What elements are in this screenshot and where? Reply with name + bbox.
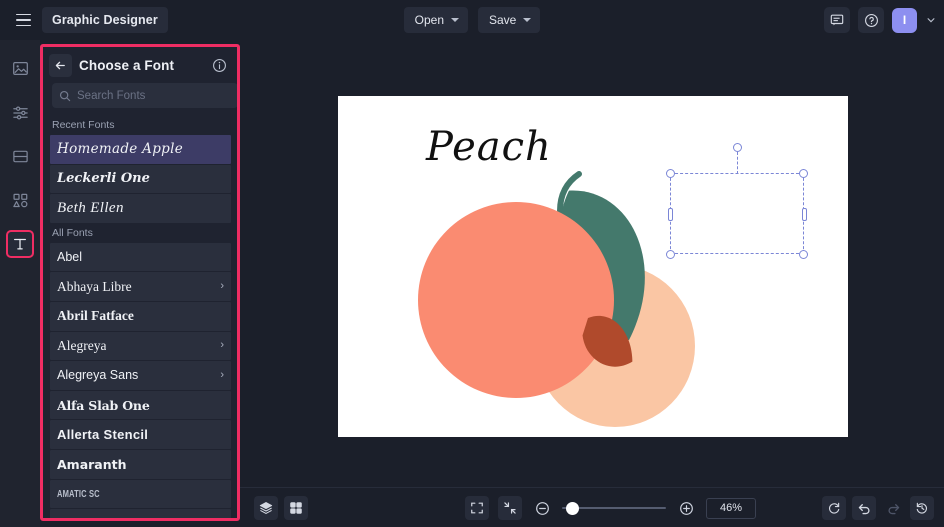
font-list-item[interactable]: Homemade Apple	[50, 135, 231, 164]
top-toolbar: Graphic Designer Open Save I	[0, 0, 944, 40]
font-name-label: Abhaya Libre	[57, 278, 132, 294]
font-list[interactable]: Recent Fonts Homemade Apple Leckerli One Be…	[43, 116, 237, 518]
fit-screen-icon[interactable]	[465, 496, 489, 520]
bottom-toolbar: 46%	[240, 487, 944, 527]
font-name-label: Alegreya Sans	[57, 368, 139, 383]
toolbar-right-group: I	[824, 0, 936, 40]
font-name-label: Amaranth	[57, 456, 127, 472]
open-button-label: Open	[414, 13, 444, 27]
zoom-out-button[interactable]	[531, 497, 553, 519]
avatar[interactable]: I	[892, 7, 917, 33]
arrow-left-icon[interactable]	[49, 54, 72, 77]
peach-body	[418, 202, 614, 398]
grid-icon[interactable]	[284, 495, 308, 520]
zoom-in-button[interactable]	[675, 497, 697, 519]
chevron-right-icon[interactable]: ›	[220, 340, 224, 351]
app-title: Graphic Designer	[42, 7, 168, 33]
chevron-down-icon	[451, 18, 459, 22]
comment-icon[interactable]	[824, 7, 850, 33]
font-search-row	[43, 83, 237, 116]
sidebar-item-text[interactable]	[6, 230, 34, 258]
undo-icon[interactable]	[852, 496, 876, 520]
font-list-item[interactable]: Alfa Slab One	[50, 390, 231, 420]
help-circle-icon[interactable]	[858, 7, 884, 33]
font-list-item[interactable]: Alegreya ›	[50, 331, 231, 361]
design-canvas[interactable]: Peach	[338, 96, 848, 437]
font-group-label: Recent Fonts	[43, 116, 237, 135]
font-name-label: Alegreya	[57, 337, 107, 353]
history-controls	[822, 488, 934, 527]
zoom-controls: 46%	[465, 488, 756, 527]
font-list-item[interactable]: Abril Fatface	[50, 301, 231, 331]
canvas-area[interactable]: Peach	[240, 40, 944, 487]
resize-handle-right[interactable]	[802, 208, 807, 221]
chevron-right-icon[interactable]: ›	[220, 281, 224, 292]
open-button[interactable]: Open	[403, 7, 468, 33]
rotate-handle-icon[interactable]	[733, 143, 742, 152]
collapse-icon[interactable]	[498, 496, 522, 520]
resize-handle-top-left[interactable]	[666, 169, 675, 178]
font-list-item[interactable]: Abhaya Libre ›	[50, 272, 231, 301]
chevron-down-icon	[523, 18, 532, 22]
save-button-label: Save	[489, 13, 517, 27]
sidebar-item-adjustments[interactable]	[6, 98, 34, 126]
redo-icon[interactable]	[882, 497, 904, 519]
font-name-label: Alfa Slab One	[57, 397, 150, 413]
sidebar-item-shapes[interactable]	[6, 186, 34, 214]
app-root: Graphic Designer Open Save I Choose a Fo…	[0, 0, 944, 527]
history-icon[interactable]	[910, 496, 934, 520]
font-list-item[interactable]: Leckerli One	[50, 164, 231, 194]
left-sidebar-rail	[0, 40, 40, 527]
font-list-item[interactable]: Amble	[50, 509, 231, 518]
hamburger-icon[interactable]	[10, 7, 36, 33]
font-list-item[interactable]: Alegreya Sans ›	[50, 361, 231, 390]
chevron-down-icon[interactable]	[926, 15, 936, 25]
chevron-right-icon[interactable]: ›	[220, 369, 224, 381]
page-title: Choose a Font	[79, 58, 175, 73]
peach-illustration[interactable]	[338, 96, 848, 437]
canvas-text-peach[interactable]: Peach	[426, 124, 552, 170]
font-name-label: Abril Fatface	[57, 308, 134, 324]
font-name-label: Amble	[57, 516, 101, 518]
search-input-wrapper[interactable]	[52, 83, 237, 108]
font-list-item[interactable]: AMATIC SC	[50, 479, 231, 509]
font-name-label: Leckerli One	[57, 171, 150, 187]
search-icon	[59, 90, 71, 102]
sidebar-item-layouts[interactable]	[6, 142, 34, 170]
resize-handle-bottom-left[interactable]	[666, 250, 675, 259]
font-group-label: All Fonts	[43, 223, 237, 243]
zoom-slider-knob[interactable]	[566, 501, 580, 515]
font-list-item[interactable]: Allerta Stencil	[50, 420, 231, 449]
reset-icon[interactable]	[822, 496, 846, 520]
font-list-item[interactable]: Beth Ellen	[50, 194, 231, 223]
font-name-label: Beth Ellen	[57, 199, 124, 216]
font-panel-header: Choose a Font	[43, 47, 237, 83]
layers-icon[interactable]	[254, 495, 278, 520]
save-button[interactable]: Save	[478, 7, 541, 33]
font-list-item[interactable]: Abel	[50, 242, 231, 272]
resize-handle-top-right[interactable]	[799, 169, 808, 178]
bottom-left-group	[240, 495, 308, 520]
search-input[interactable]	[77, 89, 231, 102]
font-list-item[interactable]: Amaranth	[50, 449, 231, 479]
toolbar-left-group: Graphic Designer	[0, 7, 168, 33]
text-selection-box[interactable]	[666, 143, 808, 259]
font-name-label: AMATIC SC	[57, 487, 100, 500]
zoom-slider[interactable]	[562, 500, 666, 516]
info-circle-icon[interactable]	[209, 56, 229, 76]
font-name-label: Allerta Stencil	[57, 427, 149, 443]
resize-handle-left[interactable]	[668, 208, 673, 221]
font-name-label: Abel	[57, 250, 83, 265]
resize-handle-bottom-right[interactable]	[799, 250, 808, 259]
zoom-value[interactable]: 46%	[706, 497, 756, 519]
choose-font-panel: Choose a Font Search Fonts Recent Fonts …	[40, 44, 240, 521]
rotate-line	[737, 152, 738, 174]
font-name-label: Homemade Apple	[57, 141, 184, 158]
sidebar-item-images[interactable]	[6, 54, 34, 82]
